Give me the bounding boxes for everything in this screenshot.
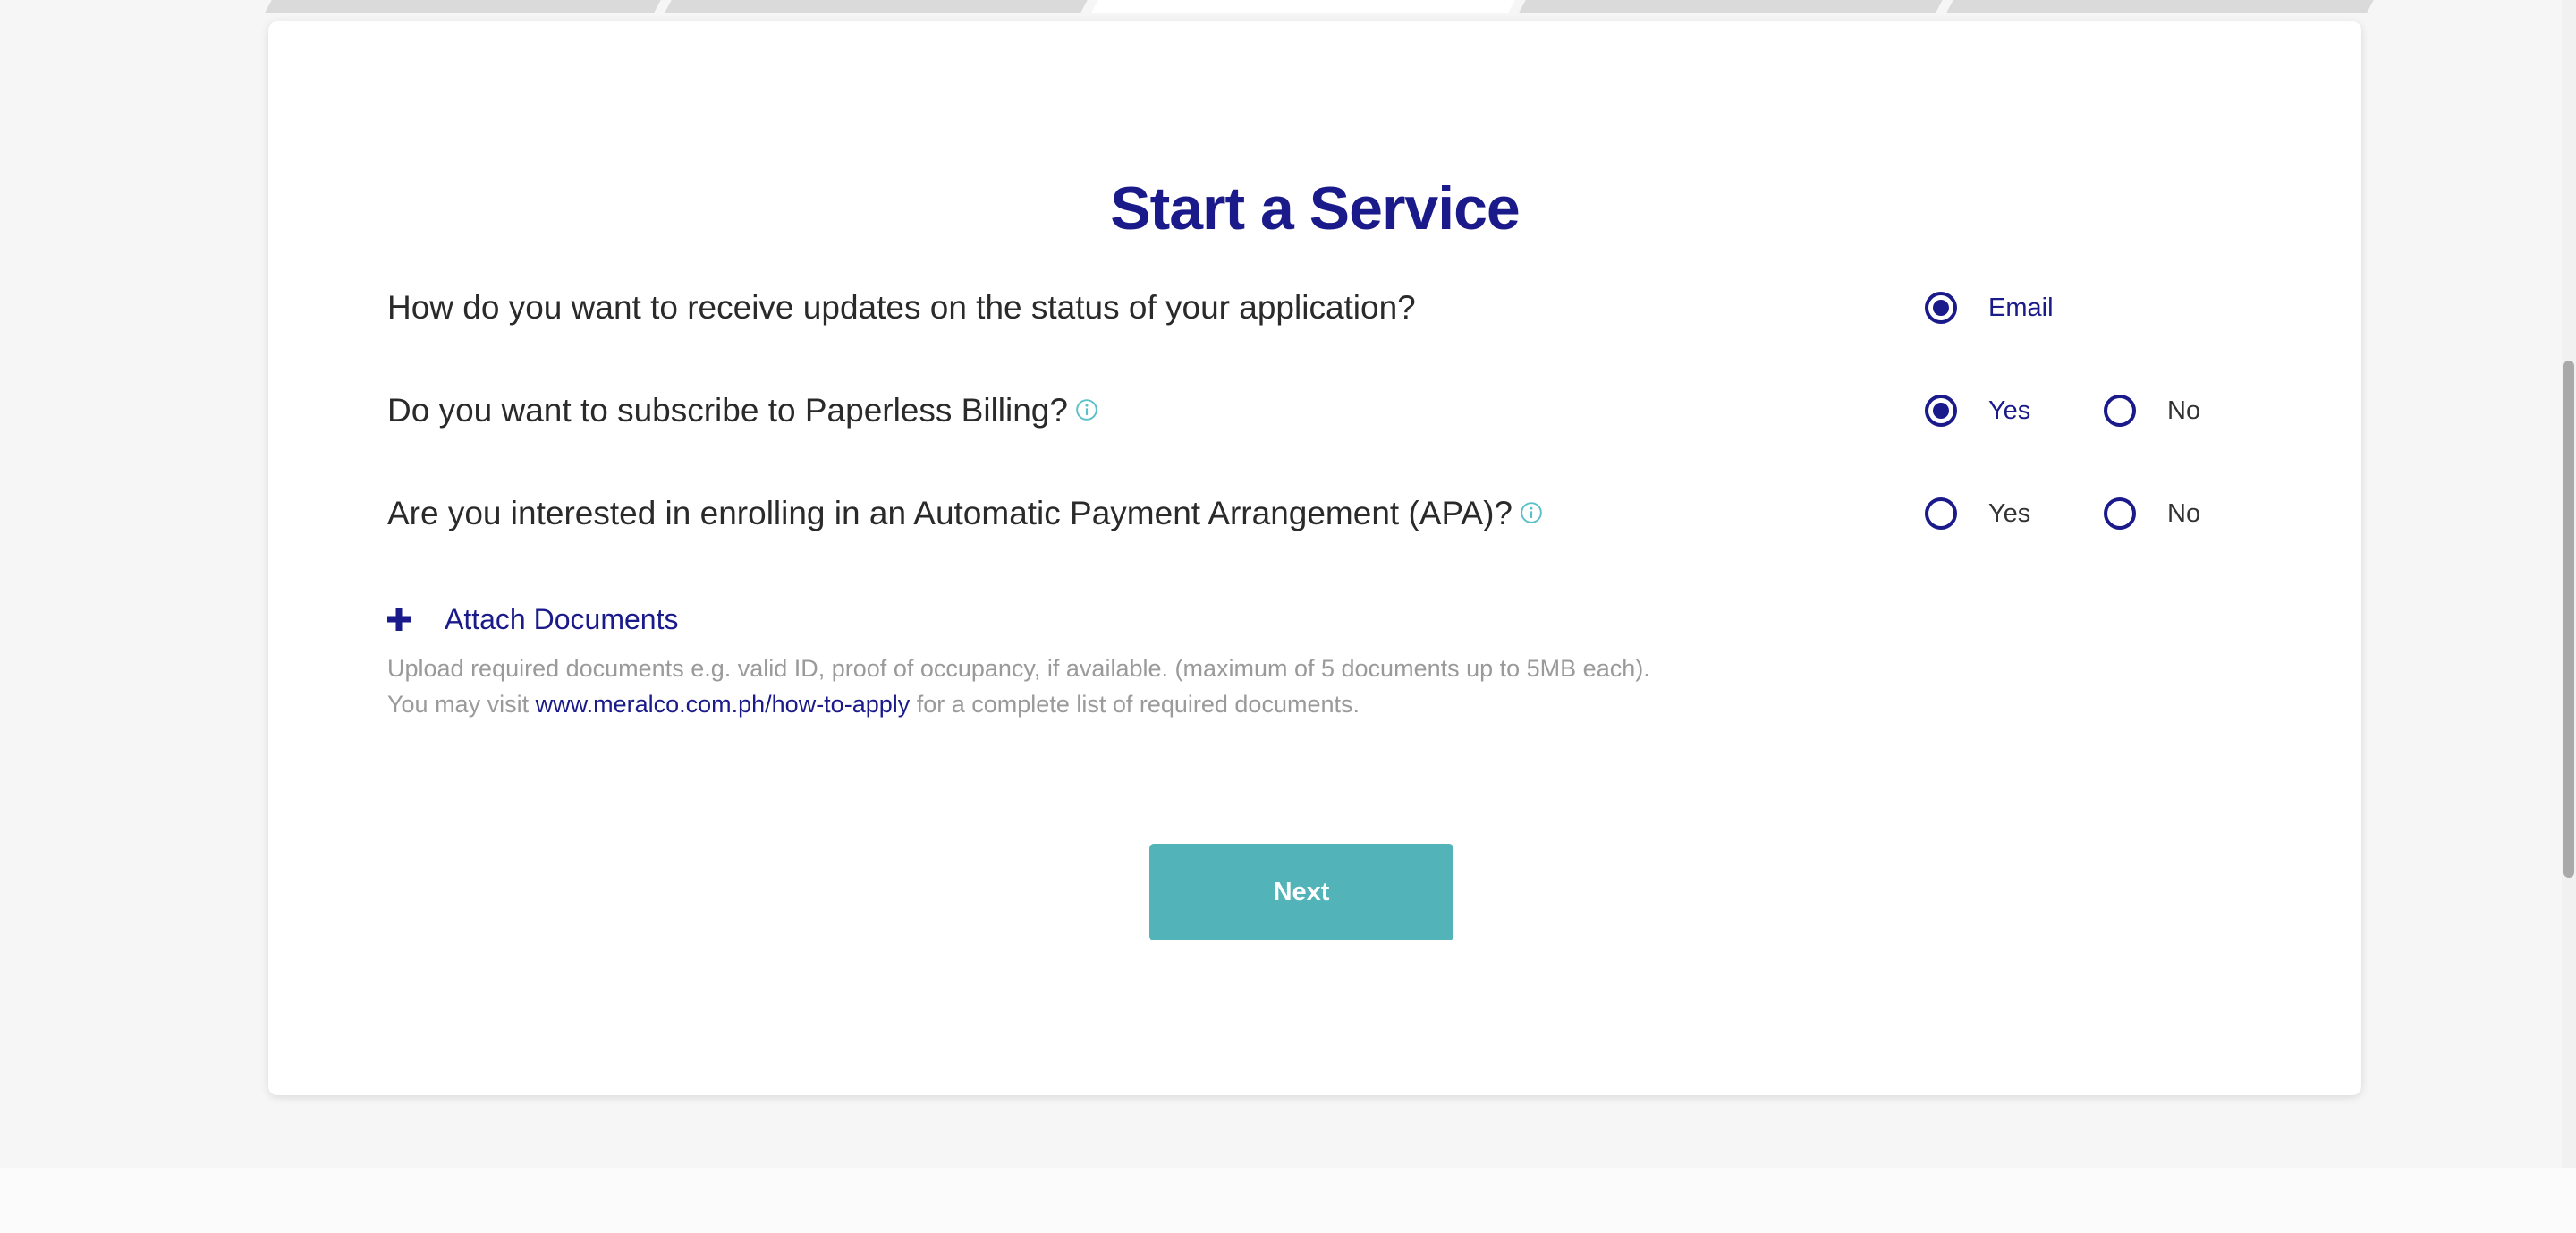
stepper-step-3-current: [1091, 0, 1515, 13]
apa-no-radio[interactable]: [2104, 497, 2136, 530]
question-paperless-billing: Do you want to subscribe to Paperless Bi…: [387, 375, 2266, 446]
paperless-no-label[interactable]: No: [2167, 375, 2200, 446]
info-icon[interactable]: [1075, 398, 1098, 421]
plus-icon: [387, 608, 411, 631]
apa-no-label[interactable]: No: [2167, 478, 2200, 549]
apa-yes-label[interactable]: Yes: [1988, 478, 2030, 549]
attach-help-text: Upload required documents e.g. valid ID,…: [387, 651, 2087, 722]
question-text: Do you want to subscribe to Paperless Bi…: [387, 375, 1098, 446]
attach-documents-button[interactable]: Attach Documents: [387, 594, 678, 644]
how-to-apply-link[interactable]: www.meralco.com.ph/how-to-apply: [536, 691, 911, 718]
question-apa: Are you interested in enrolling in an Au…: [387, 478, 2266, 549]
paperless-yes-radio[interactable]: [1925, 395, 1957, 427]
info-icon[interactable]: [1520, 501, 1543, 524]
help-line-2: You may visit www.meralco.com.ph/how-to-…: [387, 686, 2087, 722]
email-label[interactable]: Email: [1988, 272, 2054, 344]
scrollbar-thumb[interactable]: [2563, 361, 2574, 878]
next-button[interactable]: Next: [1149, 844, 1453, 940]
question-text: Are you interested in enrolling in an Au…: [387, 478, 1543, 549]
help-prefix: You may visit: [387, 691, 536, 718]
stepper-step-2: [665, 0, 1088, 13]
help-suffix: for a complete list of required document…: [910, 691, 1360, 718]
email-radio[interactable]: [1925, 292, 1957, 324]
stepper-step-1: [265, 0, 661, 13]
attach-documents-label: Attach Documents: [445, 602, 679, 635]
help-line-1: Upload required documents e.g. valid ID,…: [387, 655, 1650, 682]
progress-stepper: [265, 0, 2374, 14]
paperless-yes-label[interactable]: Yes: [1988, 375, 2030, 446]
question-receive-updates: How do you want to receive updates on th…: [387, 272, 2266, 344]
apa-yes-radio[interactable]: [1925, 497, 1957, 530]
page-title: Start a Service: [1110, 174, 1521, 242]
stepper-step-4: [1519, 0, 1943, 13]
stepper-step-5: [1946, 0, 2374, 13]
form-card: Start a Service How do you want to recei…: [268, 21, 2361, 1095]
question-label: Do you want to subscribe to Paperless Bi…: [387, 392, 1068, 429]
paperless-no-radio[interactable]: [2104, 395, 2136, 427]
question-text: How do you want to receive updates on th…: [387, 289, 1416, 326]
question-label: Are you interested in enrolling in an Au…: [387, 495, 1513, 531]
footer-strip: [0, 1168, 2576, 1233]
